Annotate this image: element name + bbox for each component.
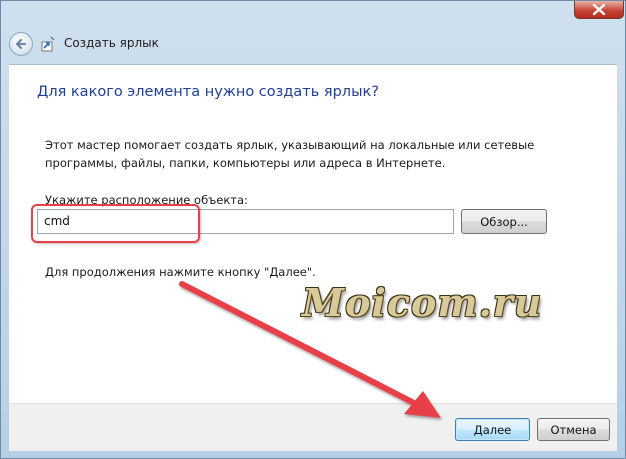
- close-button[interactable]: [574, 1, 624, 19]
- wizard-description: Этот мастер помогает создать ярлык, указ…: [45, 138, 535, 170]
- back-button[interactable]: [9, 32, 33, 56]
- continue-hint: Для продолжения нажмите кнопку "Далее".: [45, 265, 316, 279]
- back-arrow-icon: [15, 38, 27, 50]
- cancel-button[interactable]: Отмена: [537, 418, 610, 441]
- watermark: Moicom.ru: [302, 280, 543, 325]
- next-button[interactable]: Далее: [455, 418, 530, 441]
- window-title: Создать ярлык: [64, 36, 159, 50]
- wizard-heading: Для какого элемента нужно создать ярлык?: [37, 84, 379, 100]
- browse-button[interactable]: Обзор...: [461, 209, 547, 234]
- input-highlight-annotation: [31, 204, 200, 243]
- shortcut-wizard-icon: [41, 36, 55, 52]
- close-icon: [592, 3, 606, 16]
